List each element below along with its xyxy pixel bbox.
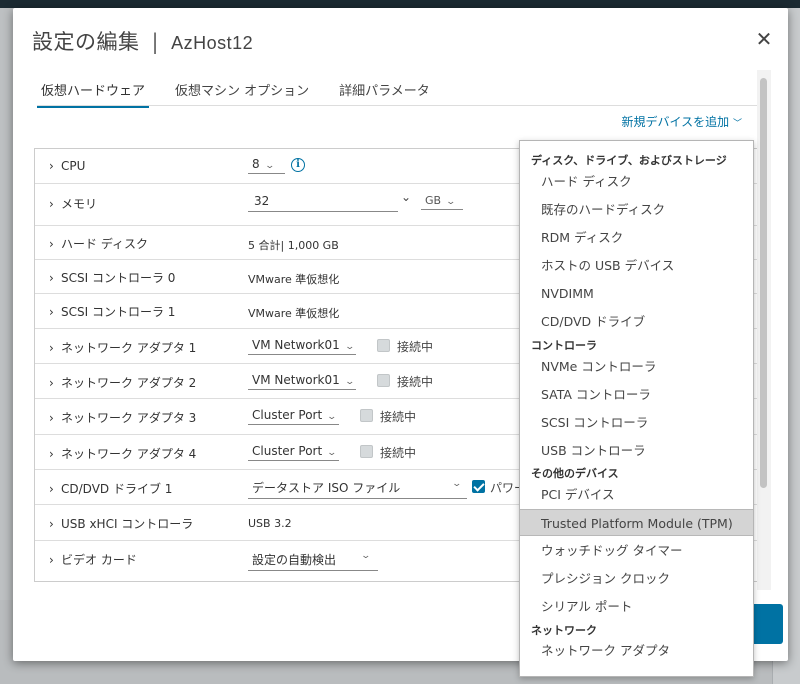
menu-group-network: ネットワーク (531, 624, 597, 637)
chevron-right-icon: › (49, 482, 54, 496)
menu-item-pci-device[interactable]: PCI デバイス (520, 481, 753, 508)
chevron-down-icon: ⌄ (360, 551, 372, 561)
chevron-down-icon: ⌄ (264, 161, 275, 171)
network-4-connected-label: 接続中 (380, 446, 417, 460)
menu-group-controllers: コントローラ (531, 339, 597, 352)
chevron-down-icon: ﹀ (732, 119, 742, 129)
scsi-0-type: VMware 準仮想化 (248, 273, 340, 286)
chevron-right-icon: › (49, 305, 54, 319)
add-new-device-button[interactable]: 新規デバイスを追加 ﹀ (622, 113, 743, 130)
network-2-connected-checkbox[interactable] (377, 374, 390, 387)
chevron-right-icon: › (49, 517, 54, 531)
dialog-title-text: 設定の編集 (32, 30, 140, 54)
row-label-hard-disk[interactable]: › ハード ディスク (49, 235, 148, 252)
menu-group-storage: ディスク、ドライブ、およびストレージ (531, 154, 727, 167)
chevron-down-icon: ⌄ (326, 448, 338, 458)
dialog-title: 設定の編集 | AzHost12 (32, 26, 253, 56)
row-label-network-2[interactable]: › ネットワーク アダプタ 2 (49, 374, 196, 391)
row-label-cpu[interactable]: › CPU (49, 159, 85, 173)
close-icon[interactable]: ✕ (754, 29, 774, 50)
network-3-connected-checkbox[interactable] (360, 409, 373, 422)
chevron-down-icon: ⌄ (451, 479, 463, 489)
menu-item-network-adapter[interactable]: ネットワーク アダプタ (520, 637, 753, 664)
network-1-connected-label: 接続中 (397, 340, 434, 354)
chevron-right-icon: › (49, 197, 54, 211)
info-icon[interactable]: i (291, 158, 305, 172)
tab-bar: 仮想ハードウェア 仮想マシン オプション 詳細パラメータ (37, 80, 456, 108)
tab-vm-options[interactable]: 仮想マシン オプション (171, 80, 313, 108)
chevron-right-icon: › (49, 237, 54, 251)
ok-button[interactable] (751, 604, 783, 644)
menu-item-existing-hard-disk[interactable]: 既存のハードディスク (520, 196, 753, 223)
network-2-select[interactable]: VM Network01 ⌄ (248, 373, 356, 390)
usb-version: USB 3.2 (248, 517, 292, 530)
chevron-right-icon: › (49, 447, 54, 461)
network-4-select[interactable]: Cluster Port ⌄ (248, 444, 339, 461)
memory-unit-select[interactable]: GB ⌄ (421, 194, 463, 210)
row-label-network-3[interactable]: › ネットワーク アダプタ 3 (49, 409, 196, 426)
menu-item-scsi-controller[interactable]: SCSI コントローラ (520, 409, 753, 436)
tab-divider (37, 105, 757, 106)
title-separator: | (151, 30, 160, 54)
chevron-right-icon: › (49, 553, 54, 567)
row-label-scsi-1[interactable]: › SCSI コントローラ 1 (49, 303, 175, 320)
network-2-connected-label: 接続中 (397, 375, 434, 389)
menu-item-host-usb-device[interactable]: ホストの USB デバイス (520, 252, 753, 279)
tab-virtual-hardware[interactable]: 仮想ハードウェア (37, 80, 150, 108)
network-1-select[interactable]: VM Network01 ⌄ (248, 338, 356, 355)
chevron-right-icon: › (49, 271, 54, 285)
chevron-down-icon: ⌄ (445, 197, 457, 207)
background-top-bar (0, 0, 800, 8)
hard-disk-summary: 5 合計| 1,000 GB (248, 239, 339, 252)
row-label-usb[interactable]: › USB xHCI コントローラ (49, 515, 193, 532)
dialog-host-name: AzHost12 (171, 33, 254, 53)
chevron-right-icon: › (49, 411, 54, 425)
menu-item-tpm[interactable]: Trusted Platform Module (TPM) (520, 509, 753, 536)
menu-item-nvme-controller[interactable]: NVMe コントローラ (520, 353, 753, 380)
background-left-panel (0, 8, 12, 684)
menu-item-hard-disk[interactable]: ハード ディスク (520, 168, 753, 195)
chevron-down-icon: ⌄ (326, 412, 338, 422)
cpu-count-select[interactable]: 8 ⌄ (248, 157, 285, 174)
chevron-down-icon: ⌄ (344, 377, 355, 387)
menu-group-other-devices: その他のデバイス (531, 467, 619, 480)
memory-size-input[interactable]: 32 (248, 194, 398, 212)
menu-item-rdm-disk[interactable]: RDM ディスク (520, 224, 753, 251)
menu-item-nvdimm[interactable]: NVDIMM (520, 280, 753, 307)
row-label-network-4[interactable]: › ネットワーク アダプタ 4 (49, 445, 196, 462)
scrollbar-thumb[interactable] (760, 78, 767, 488)
chevron-down-icon: ⌄ (344, 342, 355, 352)
row-label-memory[interactable]: › メモリ (49, 195, 97, 212)
video-card-settings-select[interactable]: 設定の自動検出 ⌄ (248, 551, 378, 571)
menu-item-usb-controller[interactable]: USB コントローラ (520, 437, 753, 464)
menu-item-serial-port[interactable]: シリアル ポート (520, 593, 753, 620)
chevron-right-icon: › (49, 159, 54, 173)
chevron-right-icon: › (49, 376, 54, 390)
row-label-cd-dvd[interactable]: › CD/DVD ドライブ 1 (49, 480, 172, 497)
add-new-device-label: 新規デバイスを追加 (621, 115, 730, 129)
row-label-network-1[interactable]: › ネットワーク アダプタ 1 (49, 339, 196, 356)
chevron-right-icon: › (49, 341, 54, 355)
network-3-connected-label: 接続中 (380, 410, 417, 424)
row-label-video[interactable]: › ビデオ カード (49, 551, 137, 568)
menu-item-precision-clock[interactable]: プレシジョン クロック (520, 565, 753, 592)
network-4-connected-checkbox[interactable] (360, 445, 373, 458)
network-1-connected-checkbox[interactable] (377, 339, 390, 352)
network-3-select[interactable]: Cluster Port ⌄ (248, 408, 339, 425)
cd-dvd-media-select[interactable]: データストア ISO ファイル ⌄ (248, 479, 467, 499)
menu-item-cd-dvd-drive[interactable]: CD/DVD ドライブ (520, 308, 753, 335)
row-label-scsi-0[interactable]: › SCSI コントローラ 0 (49, 269, 175, 286)
new-device-menu: ディスク、ドライブ、およびストレージ ハード ディスク 既存のハードディスク R… (519, 140, 754, 677)
tab-advanced-parameters[interactable]: 詳細パラメータ (335, 80, 434, 108)
chevron-down-icon[interactable]: ⌄ (401, 190, 411, 204)
menu-item-watchdog-timer[interactable]: ウォッチドッグ タイマー (520, 537, 753, 564)
menu-item-sata-controller[interactable]: SATA コントローラ (520, 381, 753, 408)
scsi-1-type: VMware 準仮想化 (248, 307, 340, 320)
cd-dvd-power-on-checkbox[interactable] (472, 480, 485, 493)
